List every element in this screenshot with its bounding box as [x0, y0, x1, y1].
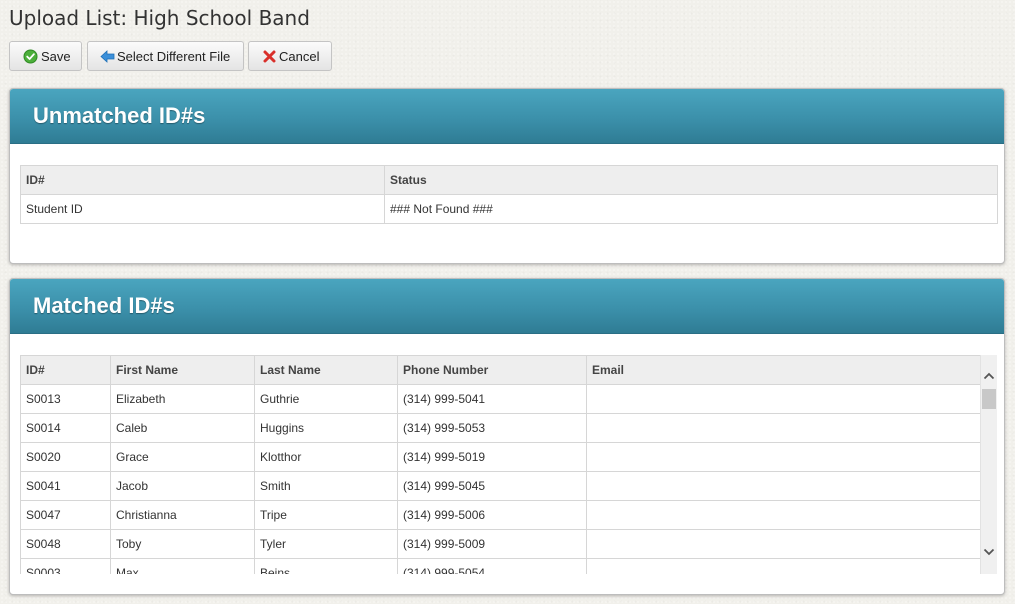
cell-id: S0013 — [20, 384, 111, 414]
cell-email — [586, 413, 981, 443]
vertical-scrollbar[interactable] — [980, 355, 997, 574]
table-row[interactable]: S0014 Caleb Huggins (314) 999-5053 — [20, 413, 981, 443]
table-row[interactable]: S0041 Jacob Smith (314) 999-5045 — [20, 471, 981, 501]
cell-last-name: Smith — [254, 471, 398, 501]
cell-phone-number: (314) 999-5053 — [397, 413, 587, 443]
cell-first-name: Toby — [110, 529, 255, 559]
table-row[interactable]: Student ID ### Not Found ### — [20, 194, 998, 224]
table-row[interactable]: S0003 Max Beins (314) 999-5054 — [20, 558, 981, 574]
cell-status: ### Not Found ### — [384, 194, 998, 224]
table-row[interactable]: S0013 Elizabeth Guthrie (314) 999-5041 — [20, 384, 981, 414]
cell-last-name: Tyler — [254, 529, 398, 559]
cell-id: S0047 — [20, 500, 111, 530]
cell-id: S0048 — [20, 529, 111, 559]
table-header-row: ID# First Name Last Name Phone Number Em… — [20, 355, 981, 385]
chevron-up-icon — [983, 372, 995, 379]
scroll-up-button[interactable] — [981, 367, 997, 384]
table-row[interactable]: S0020 Grace Klotthor (314) 999-5019 — [20, 442, 981, 472]
save-button-label: Save — [41, 48, 71, 64]
cell-email — [586, 558, 981, 574]
matched-table-scroll-area[interactable]: ID# First Name Last Name Phone Number Em… — [20, 355, 997, 574]
select-different-file-button[interactable]: Select Different File — [87, 41, 244, 71]
cell-id: S0041 — [20, 471, 111, 501]
save-button[interactable]: Save — [9, 41, 82, 71]
cell-id: S0014 — [20, 413, 111, 443]
cell-first-name: Grace — [110, 442, 255, 472]
cell-phone-number: (314) 999-5041 — [397, 384, 587, 414]
unmatched-table: ID# Status Student ID ### Not Found ### — [20, 165, 998, 224]
matched-panel-header: Matched ID#s — [10, 279, 1004, 334]
cell-first-name: Elizabeth — [110, 384, 255, 414]
cancel-button[interactable]: Cancel — [248, 41, 332, 71]
cell-last-name: Beins — [254, 558, 398, 574]
matched-table: ID# First Name Last Name Phone Number Em… — [20, 355, 981, 574]
table-row[interactable]: S0048 Toby Tyler (314) 999-5009 — [20, 529, 981, 559]
cell-id: Student ID — [20, 194, 385, 224]
cell-id: S0020 — [20, 442, 111, 472]
column-header-id[interactable]: ID# — [20, 355, 111, 385]
cell-email — [586, 442, 981, 472]
cell-first-name: Jacob — [110, 471, 255, 501]
cell-first-name: Caleb — [110, 413, 255, 443]
cell-phone-number: (314) 999-5019 — [397, 442, 587, 472]
matched-panel-title: Matched ID#s — [33, 293, 175, 318]
cell-id: S0003 — [20, 558, 111, 574]
cell-last-name: Tripe — [254, 500, 398, 530]
column-header-phone-number[interactable]: Phone Number — [397, 355, 587, 385]
column-header-first-name[interactable]: First Name — [110, 355, 255, 385]
unmatched-ids-panel: Unmatched ID#s ID# Status Student ID ###… — [9, 88, 1005, 264]
matched-ids-panel: Matched ID#s ID# First Name Last Name Ph… — [9, 278, 1005, 595]
cell-phone-number: (314) 999-5009 — [397, 529, 587, 559]
cell-phone-number: (314) 999-5054 — [397, 558, 587, 574]
column-header-email[interactable]: Email — [586, 355, 981, 385]
cell-phone-number: (314) 999-5045 — [397, 471, 587, 501]
page-title: Upload List: High School Band — [9, 6, 310, 30]
check-circle-icon — [23, 49, 38, 63]
column-header-id[interactable]: ID# — [20, 165, 385, 195]
table-header-row: ID# Status — [20, 165, 998, 195]
cell-phone-number: (314) 999-5006 — [397, 500, 587, 530]
cell-email — [586, 471, 981, 501]
select-different-file-label: Select Different File — [117, 48, 231, 64]
scrollbar-thumb[interactable] — [982, 389, 996, 409]
cell-last-name: Klotthor — [254, 442, 398, 472]
cell-first-name: Christianna — [110, 500, 255, 530]
chevron-down-icon — [983, 548, 995, 555]
cell-email — [586, 500, 981, 530]
cell-first-name: Max — [110, 558, 255, 574]
cancel-button-label: Cancel — [279, 48, 320, 64]
left-arrow-icon — [100, 49, 115, 63]
close-icon — [263, 50, 276, 62]
cell-email — [586, 529, 981, 559]
cell-last-name: Guthrie — [254, 384, 398, 414]
scroll-down-button[interactable] — [981, 543, 997, 560]
unmatched-panel-title: Unmatched ID#s — [33, 103, 206, 128]
column-header-last-name[interactable]: Last Name — [254, 355, 398, 385]
cell-last-name: Huggins — [254, 413, 398, 443]
cell-email — [586, 384, 981, 414]
unmatched-panel-header: Unmatched ID#s — [10, 89, 1004, 144]
column-header-status[interactable]: Status — [384, 165, 998, 195]
table-row[interactable]: S0047 Christianna Tripe (314) 999-5006 — [20, 500, 981, 530]
